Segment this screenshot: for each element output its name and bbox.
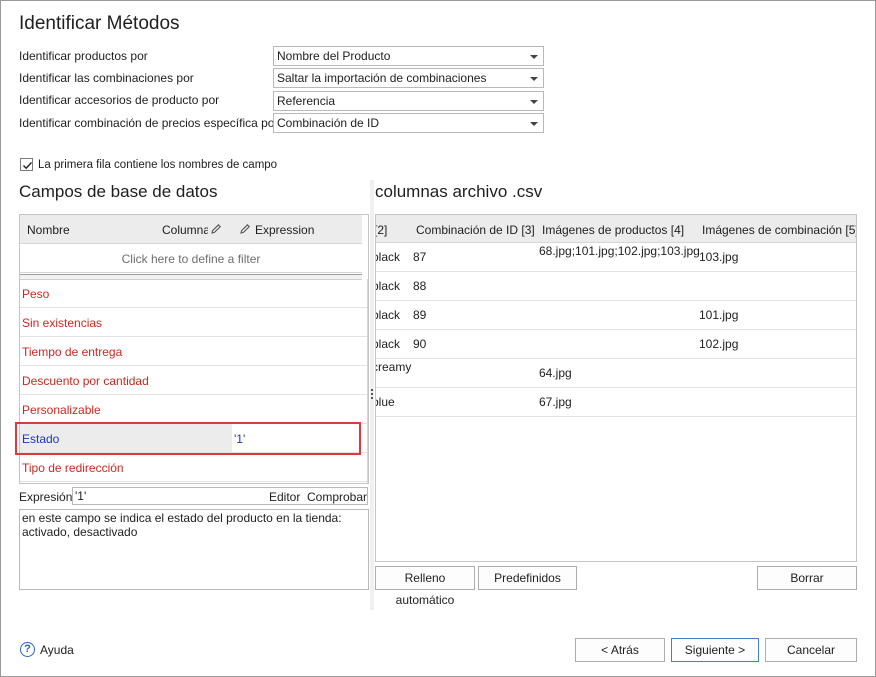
clear-button[interactable]: Borrar (757, 566, 857, 590)
identify-combinations-value: Saltar la importación de combinaciones (277, 71, 487, 85)
checkmark-icon (23, 162, 33, 170)
field-name: Personalizable (22, 403, 101, 417)
csv-column-header[interactable]: Combinación de ID [3] (416, 223, 535, 237)
identify-combinations-label: Identificar las combinaciones por (19, 71, 194, 85)
identify-specific-price-value: Combinación de ID (277, 116, 380, 130)
back-button[interactable]: < Atrás (575, 638, 665, 662)
csv-row[interactable]: black 89 101.jpg (376, 301, 856, 330)
identify-specific-price-label: Identificar combinación de precios espec… (19, 116, 279, 130)
expression-label: Expresión (19, 490, 73, 504)
field-name: Sin existencias (22, 316, 103, 330)
field-name: Tiempo de entrega (22, 345, 123, 359)
csv-cell: black (376, 337, 401, 351)
dropdown-arrow-icon (530, 77, 538, 81)
csv-columns-grid: [2] Combinación de ID [3] Imágenes de pr… (375, 214, 857, 562)
identify-accessories-label: Identificar accesorios de producto por (19, 93, 220, 107)
field-name: Tipo de redirección (22, 461, 124, 475)
csv-cell: 101.jpg (699, 308, 739, 322)
identify-products-value: Nombre del Producto (277, 49, 391, 63)
csv-column-header[interactable]: Imágenes de combinación [5] (702, 223, 856, 237)
cancel-button[interactable]: Cancelar (765, 638, 857, 662)
csv-cell: 90 (413, 337, 427, 351)
csv-cell: 88 (413, 279, 427, 293)
db-fields-grid-header: Nombre Columna Expression (20, 215, 362, 244)
csv-cell: 103.jpg (699, 250, 739, 264)
csv-cell: blue (376, 395, 395, 409)
pencil-icon[interactable] (210, 223, 222, 235)
pencil-icon[interactable] (239, 223, 251, 235)
field-row[interactable]: Peso (20, 279, 367, 308)
field-row[interactable]: Descuento por cantidad (20, 366, 367, 395)
csv-row[interactable]: black 88 (376, 272, 856, 301)
selected-row-highlight (15, 422, 361, 455)
next-button[interactable]: Siguiente > (671, 638, 759, 662)
field-row[interactable]: Personalizable (20, 395, 367, 424)
column-header-expression[interactable]: Expression (255, 223, 314, 237)
field-name: Descuento por cantidad (22, 374, 149, 388)
csv-cell: creamy (375, 360, 412, 374)
grid-scrollbar-track[interactable] (367, 279, 368, 483)
field-row[interactable]: Sin existencias (20, 308, 367, 337)
csv-cell: 64.jpg (539, 366, 572, 380)
identify-combinations-select[interactable]: Saltar la importación de combinaciones (273, 68, 544, 88)
column-header-column[interactable]: Columna (162, 223, 208, 237)
identify-accessories-select[interactable]: Referencia (273, 91, 544, 111)
dropdown-arrow-icon (530, 100, 538, 104)
field-description: en este campo se indica el estado del pr… (19, 509, 369, 590)
check-button[interactable]: Comprobar (307, 489, 367, 505)
csv-cell: black (376, 279, 401, 293)
expression-input[interactable]: '1' Editor Comprobar (72, 487, 368, 505)
identify-products-label: Identificar productos por (19, 49, 148, 63)
csv-cell: black (376, 308, 401, 322)
splitter-grip-icon[interactable] (371, 389, 373, 399)
field-row[interactable]: Tiempo de entrega (20, 337, 367, 366)
csv-column-header[interactable]: [2] (376, 223, 387, 237)
dropdown-arrow-icon (530, 55, 538, 59)
auto-fill-button[interactable]: Relleno automático (375, 566, 475, 607)
db-fields-heading: Campos de base de datos (19, 182, 218, 201)
csv-columns-heading: columnas archivo .csv (375, 182, 543, 201)
csv-cell: 67.jpg (539, 395, 572, 409)
column-header-name[interactable]: Nombre (27, 223, 70, 237)
csv-grid-header: [2] Combinación de ID [3] Imágenes de pr… (376, 215, 856, 243)
csv-row[interactable]: black 90 102.jpg (376, 330, 856, 359)
csv-cell: 87 (413, 250, 427, 264)
csv-row[interactable]: black 87 68.jpg;101.jpg;102.jpg;103.jpg … (376, 243, 856, 272)
csv-column-header[interactable]: Imágenes de productos [4] (542, 223, 684, 237)
presets-button[interactable]: Predefinidos (478, 566, 577, 590)
field-name: Peso (22, 287, 50, 301)
field-row[interactable]: Tipo de redirección (20, 453, 367, 482)
csv-row[interactable]: blue 67.jpg (376, 388, 856, 417)
editor-button[interactable]: Editor (269, 489, 300, 505)
expression-value: '1' (75, 489, 87, 503)
identify-specific-price-select[interactable]: Combinación de ID (273, 113, 544, 133)
csv-cell: 68.jpg;101.jpg;102.jpg;103.jpg (539, 244, 700, 258)
first-row-headers-checkbox[interactable] (20, 158, 33, 171)
identify-products-select[interactable]: Nombre del Producto (273, 46, 544, 66)
csv-row[interactable]: creamy 64.jpg (375, 359, 856, 388)
filter-row[interactable]: Click here to define a filter (20, 245, 362, 273)
identify-accessories-value: Referencia (277, 94, 336, 108)
csv-cell: 102.jpg (699, 337, 739, 351)
help-link[interactable]: Ayuda (40, 643, 74, 657)
csv-cell: black (376, 250, 401, 264)
help-icon[interactable]: ? (20, 642, 35, 657)
first-row-headers-label: La primera fila contiene los nombres de … (38, 159, 278, 171)
page-title: Identificar Métodos (19, 13, 180, 34)
csv-cell: 89 (413, 308, 427, 322)
dropdown-arrow-icon (530, 122, 538, 126)
